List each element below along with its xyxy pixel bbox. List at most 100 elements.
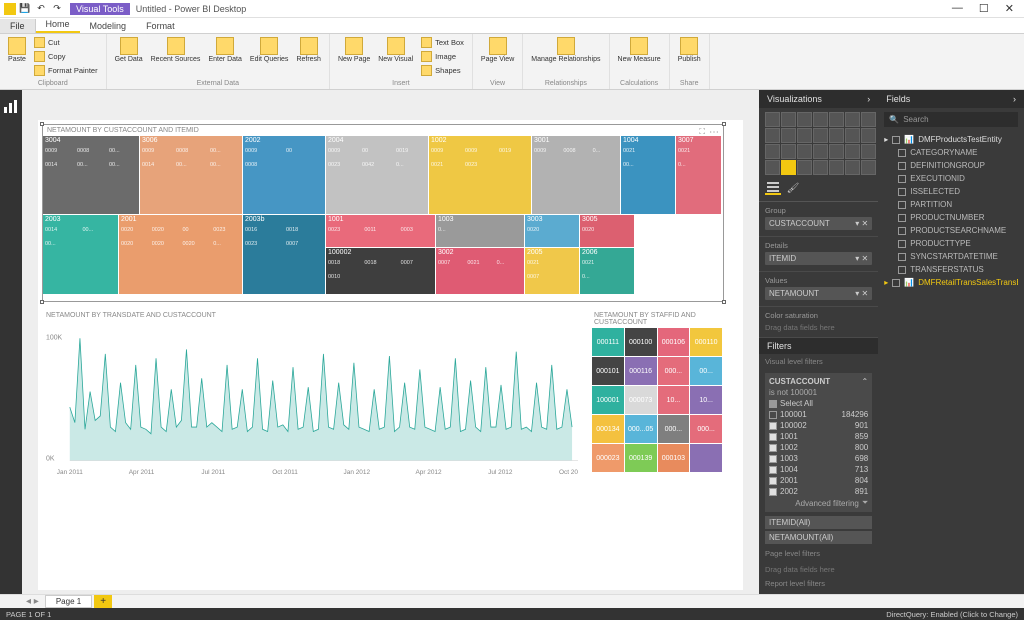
filter-checkbox[interactable]: [769, 433, 777, 441]
viz-type-18[interactable]: [829, 144, 844, 159]
tab-modeling[interactable]: Modeling: [80, 19, 137, 33]
page-tab-1[interactable]: Page 1: [45, 595, 92, 608]
treemap-cell[interactable]: 200600210...: [580, 248, 634, 294]
field-item[interactable]: CATEGORYNAME: [884, 146, 1018, 159]
field-item[interactable]: ISSELECTED: [884, 185, 1018, 198]
field-checkbox[interactable]: [898, 175, 906, 183]
filter-checkbox[interactable]: [769, 488, 777, 496]
group-well-field[interactable]: CUSTACCOUNT▾ ✕: [765, 217, 872, 230]
add-page-button[interactable]: +: [94, 595, 112, 608]
treemap-cell[interactable]: 1001002300110003: [326, 215, 435, 247]
tab-format[interactable]: Format: [136, 19, 185, 33]
visualization-gallery[interactable]: [759, 108, 878, 179]
report-view-icon[interactable]: [3, 99, 19, 115]
visual-treemap-netamount-staff[interactable]: NETAMOUNT by STAFFID and CUSTACCOUNT 000…: [590, 310, 724, 470]
custaccount-filter-card[interactable]: CUSTACCOUNT⌃ is not 100001 Select All 10…: [765, 373, 872, 512]
filter-row[interactable]: 1003698: [769, 453, 868, 464]
viz-type-22[interactable]: [781, 160, 796, 175]
treemap-cell[interactable]: 2003b0016001800230007: [243, 215, 325, 294]
close-button[interactable]: ✕: [1005, 2, 1014, 15]
field-checkbox[interactable]: [898, 227, 906, 235]
field-checkbox[interactable]: [898, 188, 906, 196]
field-checkbox[interactable]: [898, 162, 906, 170]
field-checkbox[interactable]: [892, 136, 900, 144]
values-well-field[interactable]: NETAMOUNT▾ ✕: [765, 287, 872, 300]
viz-type-1[interactable]: [781, 112, 796, 127]
staff-treemap-cell[interactable]: 000134: [592, 415, 624, 443]
edit-queries-button[interactable]: Edit Queries: [248, 36, 291, 64]
tab-file[interactable]: File: [0, 19, 36, 33]
staff-treemap-cell[interactable]: [690, 444, 722, 472]
viz-type-26[interactable]: [845, 160, 860, 175]
collapse-viz-icon[interactable]: ›: [867, 94, 870, 104]
report-page[interactable]: ⛶ ⋯ NETAMOUNT by CUSTACCOUNT and ITEMID …: [38, 120, 743, 590]
get-data-button[interactable]: Get Data: [113, 36, 145, 64]
details-well-field[interactable]: ITEMID▾ ✕: [765, 252, 872, 265]
viz-type-27[interactable]: [861, 160, 876, 175]
select-all-checkbox[interactable]: [769, 400, 777, 408]
minimize-button[interactable]: —: [952, 2, 963, 15]
staff-treemap-cell[interactable]: 000101: [592, 357, 624, 385]
visual-treemap-netamount-cust-item[interactable]: ⛶ ⋯ NETAMOUNT by CUSTACCOUNT and ITEMID …: [42, 124, 724, 302]
filter-checkbox[interactable]: [769, 455, 777, 463]
viz-type-10[interactable]: [813, 128, 828, 143]
field-checkbox[interactable]: [898, 149, 906, 157]
viz-type-21[interactable]: [765, 160, 780, 175]
redo-icon[interactable]: ↷: [50, 2, 64, 16]
page-view-button[interactable]: Page View: [479, 36, 516, 64]
staff-treemap-cell[interactable]: 000116: [625, 357, 657, 385]
filter-row[interactable]: 2001804: [769, 475, 868, 486]
treemap-cell[interactable]: 10030...: [436, 215, 524, 247]
netamount-filter-pill[interactable]: NETAMOUNT(All): [765, 531, 872, 544]
itemid-filter-pill[interactable]: ITEMID(All): [765, 516, 872, 529]
treemap-cell[interactable]: 30050020: [580, 215, 634, 247]
shapes-button[interactable]: Shapes: [419, 64, 466, 77]
filter-checkbox[interactable]: [769, 477, 777, 485]
recent-sources-button[interactable]: Recent Sources: [149, 36, 203, 64]
staff-treemap-cell[interactable]: 00...: [690, 357, 722, 385]
undo-icon[interactable]: ↶: [34, 2, 48, 16]
field-item[interactable]: SYNCSTARTDATETIME: [884, 250, 1018, 263]
staff-treemap-cell[interactable]: 10...: [658, 386, 690, 414]
filter-row[interactable]: 100002901: [769, 420, 868, 431]
viz-type-16[interactable]: [797, 144, 812, 159]
field-item[interactable]: PARTITION: [884, 198, 1018, 211]
staff-treemap-cell[interactable]: 100001: [592, 386, 624, 414]
paste-button[interactable]: Paste: [6, 36, 28, 77]
viz-type-0[interactable]: [765, 112, 780, 127]
treemap-cell[interactable]: 300700210...: [676, 136, 721, 214]
filter-row[interactable]: 1002800: [769, 442, 868, 453]
field-item[interactable]: EXECUTIONID: [884, 172, 1018, 185]
treemap-cell[interactable]: 1000020018001800070010: [326, 248, 435, 294]
field-checkbox[interactable]: [898, 240, 906, 248]
new-measure-button[interactable]: New Measure: [616, 36, 663, 64]
treemap-cell[interactable]: 100200090009001900210023: [429, 136, 531, 214]
new-page-button[interactable]: New Page: [336, 36, 372, 77]
text-box-button[interactable]: Text Box: [419, 36, 466, 49]
report-filter-placeholder[interactable]: Drag data fields here: [759, 593, 878, 594]
viz-type-15[interactable]: [781, 144, 796, 159]
viz-type-14[interactable]: [765, 144, 780, 159]
treemap-cell[interactable]: 3002000700210...: [436, 248, 524, 294]
treemap-cell[interactable]: 20040009000019002300420...: [326, 136, 428, 214]
maximize-button[interactable]: ☐: [979, 2, 989, 15]
chevron-down-icon[interactable]: ▾ ✕: [855, 254, 868, 263]
viz-type-13[interactable]: [861, 128, 876, 143]
colorsat-placeholder[interactable]: Drag data fields here: [765, 322, 872, 333]
fields-tab-icon[interactable]: [765, 181, 781, 195]
filter-row[interactable]: 1004713: [769, 464, 868, 475]
report-canvas-area[interactable]: ⛶ ⋯ NETAMOUNT by CUSTACCOUNT and ITEMID …: [22, 90, 759, 594]
viz-type-7[interactable]: [765, 128, 780, 143]
field-checkbox[interactable]: [898, 201, 906, 209]
staff-treemap-cell[interactable]: 10...: [690, 386, 722, 414]
staff-treemap-cell[interactable]: 000103: [658, 444, 690, 472]
field-item[interactable]: PRODUCTNUMBER: [884, 211, 1018, 224]
field-item[interactable]: DEFINITIONGROUP: [884, 159, 1018, 172]
collapse-filter-icon[interactable]: ⌃: [862, 377, 869, 386]
advanced-filtering-link[interactable]: Advanced filtering: [795, 499, 859, 508]
publish-button[interactable]: Publish: [676, 36, 703, 64]
staff-treemap-cell[interactable]: 000100: [625, 328, 657, 356]
field-entity[interactable]: ▸ 📊 DMFProductsTestEntity: [884, 133, 1018, 146]
field-checkbox[interactable]: [892, 279, 900, 287]
chevron-down-icon[interactable]: ▾ ✕: [855, 219, 868, 228]
